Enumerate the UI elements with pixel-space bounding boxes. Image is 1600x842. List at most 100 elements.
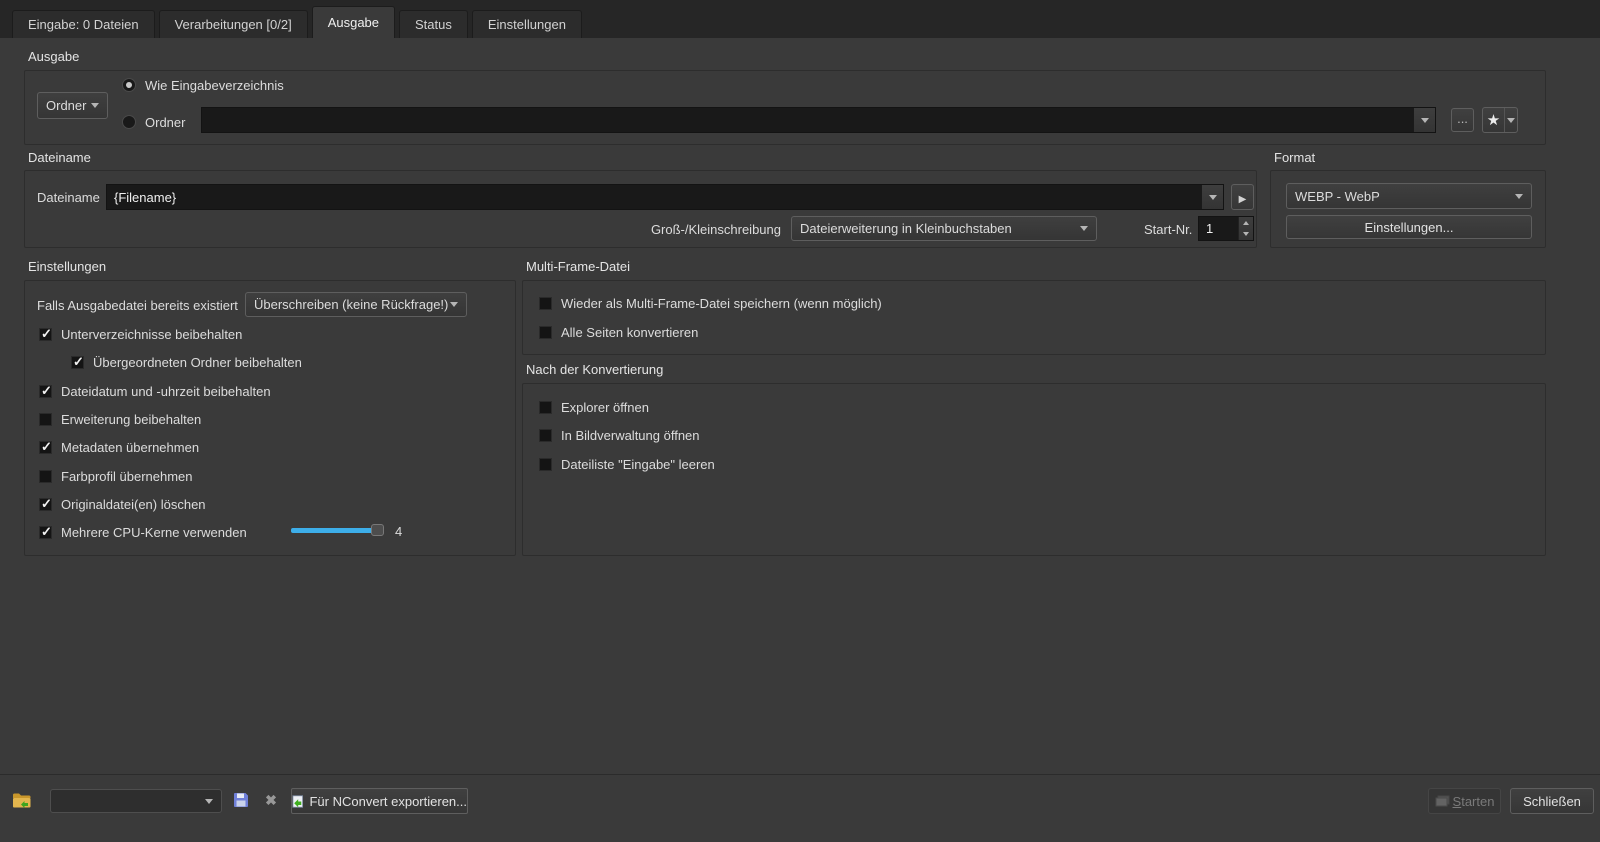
checkbox-label: Farbprofil übernehmen — [61, 468, 193, 484]
checkbox-row[interactable]: Originaldatei(en) löschen — [39, 495, 206, 513]
checkbox-label: Erweiterung beibehalten — [61, 411, 202, 427]
output-folder-field[interactable] — [201, 107, 1436, 133]
ausgabe-group-title: Ausgabe — [28, 49, 80, 64]
case-combobox[interactable]: Dateierweiterung in Kleinbuchstaben — [791, 216, 1097, 241]
startnr-label: Start-Nr. — [1144, 222, 1193, 237]
checkbox-label: Unterverzeichnisse beibehalten — [61, 326, 243, 342]
ausgabe-group: Ordner Wie Eingabeverzeichnis Ordner ... — [24, 70, 1546, 145]
format-value: WEBP - WebP — [1295, 188, 1380, 204]
open-folder-icon — [13, 793, 31, 808]
folder-history-dropdown-button[interactable] — [1413, 108, 1435, 132]
checkbox-row[interactable]: Dateidatum und -uhrzeit beibehalten — [39, 382, 271, 400]
after-conversion-group: Explorer öffnen In Bildverwaltung öffnen… — [522, 383, 1546, 556]
filename-variables-button[interactable] — [1231, 184, 1254, 210]
cpu-cores-slider-handle[interactable] — [371, 524, 384, 536]
bottom-bar: Für NConvert exportieren... Starten Schl… — [0, 774, 1600, 842]
chevron-down-icon — [1080, 226, 1088, 231]
checkbox-row[interactable]: Wieder als Multi-Frame-Datei speichern (… — [539, 294, 882, 312]
case-label: Groß-/Kleinschreibung — [650, 222, 781, 237]
tab-verarbeitungen[interactable]: Verarbeitungen [0/2] — [158, 10, 308, 38]
checkbox-label: Alle Seiten konvertieren — [561, 324, 699, 340]
checkbox-row[interactable]: Metadaten übernehmen — [39, 438, 199, 456]
browse-folder-button[interactable]: ... — [1451, 108, 1474, 132]
load-preset-button[interactable] — [10, 788, 34, 812]
checkbox-row[interactable]: Übergeordneten Ordner beibehalten — [71, 353, 302, 371]
checkbox-row[interactable]: Explorer öffnen — [539, 398, 649, 416]
open-in-image-manager-checkbox[interactable] — [539, 428, 552, 442]
close-button[interactable]: Schließen — [1510, 788, 1594, 814]
checkbox-label: Wieder als Multi-Frame-Datei speichern (… — [561, 295, 882, 311]
star-icon — [1487, 113, 1500, 128]
folder-radio-label: Ordner — [145, 114, 186, 130]
keep-file-date-checkbox[interactable] — [39, 383, 52, 399]
checkbox-row[interactable]: Farbprofil übernehmen — [39, 467, 193, 485]
start-button[interactable]: Starten — [1428, 788, 1501, 814]
checkbox-row[interactable]: Dateiliste "Eingabe" leeren — [539, 455, 715, 473]
cpu-cores-slider[interactable] — [291, 528, 379, 533]
folder-radio[interactable] — [122, 115, 136, 129]
filename-value: {Filename} — [114, 189, 177, 205]
tab-eingabe[interactable]: Eingabe: 0 Dateien — [12, 10, 155, 38]
checkbox-label: Dateidatum und -uhrzeit beibehalten — [61, 383, 271, 399]
chevron-down-icon — [205, 798, 213, 804]
einstellungen-group-title: Einstellungen — [28, 259, 107, 274]
favorites-dropdown-button[interactable] — [1504, 108, 1517, 132]
dateiname-group-title: Dateiname — [28, 150, 91, 165]
einstellungen-group: Falls Ausgabedatei bereits existiert Übe… — [24, 280, 516, 556]
checkbox-row[interactable]: In Bildverwaltung öffnen — [539, 426, 700, 444]
multiframe-group: Wieder als Multi-Frame-Datei speichern (… — [522, 280, 1546, 355]
ellipsis-label: ... — [1457, 110, 1468, 126]
keep-color-profile-checkbox[interactable] — [39, 469, 52, 483]
tab-status[interactable]: Status — [399, 10, 468, 38]
save-preset-button[interactable] — [231, 790, 251, 810]
keep-metadata-checkbox[interactable] — [39, 439, 52, 455]
delete-original-checkbox[interactable] — [39, 496, 52, 512]
keep-parent-folder-checkbox[interactable] — [71, 354, 84, 370]
checkbox-row[interactable]: Erweiterung beibehalten — [39, 410, 201, 428]
keep-extension-checkbox[interactable] — [39, 412, 52, 426]
keep-subfolders-checkbox[interactable] — [39, 326, 52, 342]
same-as-input-radio[interactable] — [122, 78, 136, 92]
filename-field[interactable]: {Filename} — [106, 184, 1224, 210]
after-conversion-group-title: Nach der Konvertierung — [526, 362, 664, 377]
spin-down-button[interactable] — [1239, 229, 1253, 241]
open-explorer-checkbox[interactable] — [539, 400, 552, 414]
clear-input-list-checkbox[interactable] — [539, 457, 552, 471]
checkbox-row[interactable]: Unterverzeichnisse beibehalten — [39, 325, 242, 343]
radio-row-folder[interactable]: Ordner — [122, 113, 185, 131]
multiframe-group-title: Multi-Frame-Datei — [526, 259, 631, 274]
convert-all-pages-checkbox[interactable] — [539, 325, 552, 339]
tab-einstellungen[interactable]: Einstellungen — [471, 10, 582, 38]
filename-label: Dateiname — [37, 190, 100, 205]
tab-ausgabe[interactable]: Ausgabe — [311, 6, 396, 38]
radio-row-same-as-input[interactable]: Wie Eingabeverzeichnis — [122, 76, 284, 94]
checkbox-row[interactable]: Alle Seiten konvertieren — [539, 323, 698, 341]
chevron-down-icon — [1515, 193, 1523, 199]
exists-combobox[interactable]: Überschreiben (keine Rückfrage!) — [245, 292, 467, 317]
save-as-multiframe-checkbox[interactable] — [539, 296, 552, 310]
filename-history-dropdown-button[interactable] — [1201, 185, 1223, 209]
format-settings-button[interactable]: Einstellungen... — [1286, 215, 1532, 239]
output-target-combobox[interactable]: Ordner — [37, 92, 108, 119]
checkbox-label: Mehrere CPU-Kerne verwenden — [61, 524, 247, 540]
xnconvert-window: { "tabs": [ { "label": "Eingabe: 0 Datei… — [0, 0, 1600, 842]
start-images-icon — [1435, 795, 1450, 807]
export-script-icon — [292, 794, 304, 808]
same-as-input-label: Wie Eingabeverzeichnis — [145, 77, 284, 93]
use-multiple-cpu-checkbox[interactable] — [39, 524, 52, 540]
cpu-cores-value: 4 — [395, 524, 403, 539]
close-icon — [265, 792, 277, 809]
dateiname-group: Dateiname {Filename} Groß-/Kleinschreibu… — [24, 170, 1257, 248]
favorites-split-button[interactable] — [1482, 107, 1518, 133]
checkbox-row[interactable]: Mehrere CPU-Kerne verwenden — [39, 523, 247, 541]
chevron-down-icon — [91, 103, 99, 108]
format-combobox[interactable]: WEBP - WebP — [1286, 183, 1532, 209]
spin-up-button[interactable] — [1239, 217, 1253, 229]
startnr-value[interactable]: 1 — [1199, 217, 1238, 240]
export-nconvert-button[interactable]: Für NConvert exportieren... — [291, 788, 468, 814]
checkbox-label: Metadaten übernehmen — [61, 439, 200, 455]
startnr-spinbox[interactable]: 1 — [1198, 216, 1254, 241]
preset-combobox[interactable] — [50, 789, 222, 813]
exists-value: Überschreiben (keine Rückfrage!) — [254, 297, 449, 312]
delete-preset-button[interactable] — [261, 789, 281, 811]
